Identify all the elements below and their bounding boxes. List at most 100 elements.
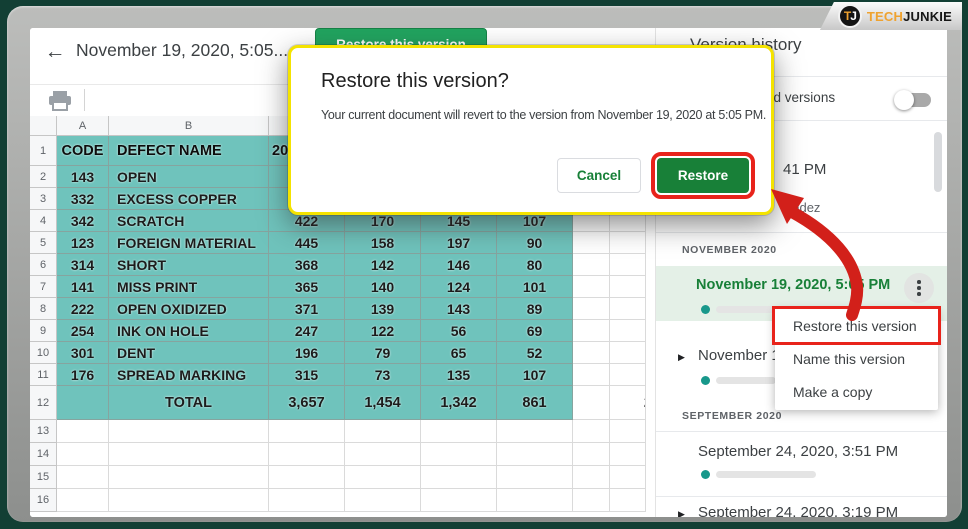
cell[interactable]	[269, 466, 345, 489]
print-icon[interactable]	[48, 90, 72, 112]
cell[interactable]: 1,454	[345, 386, 421, 420]
cell[interactable]: EXCESS COPPER	[109, 188, 269, 210]
cell[interactable]	[573, 489, 610, 512]
sidebar-scrollbar[interactable]	[934, 132, 942, 192]
cell[interactable]: MISS PRINT	[109, 276, 269, 298]
cell[interactable]: 301	[57, 342, 109, 364]
cell[interactable]	[610, 364, 646, 386]
cell[interactable]: 89	[497, 298, 573, 320]
cell[interactable]: 107	[497, 364, 573, 386]
version-item-sept-351[interactable]: September 24, 2020, 3:51 PM	[698, 443, 898, 460]
cell[interactable]	[610, 443, 646, 466]
cell[interactable]	[573, 342, 610, 364]
selected-version-date[interactable]: November 19, 2020, 5:05 PM	[696, 277, 890, 293]
cell[interactable]	[269, 489, 345, 512]
row-header[interactable]: 9	[30, 320, 57, 342]
cell[interactable]: 365	[269, 276, 345, 298]
cell[interactable]: 332	[57, 188, 109, 210]
occluded-version-time[interactable]: 41 PM	[783, 161, 826, 178]
named-versions-toggle[interactable]	[897, 93, 931, 107]
cell[interactable]: 122	[345, 320, 421, 342]
cell[interactable]: 254	[57, 320, 109, 342]
cell[interactable]: 315	[269, 364, 345, 386]
cancel-button[interactable]: Cancel	[557, 158, 641, 193]
cell[interactable]	[57, 489, 109, 512]
cell[interactable]: TOTAL	[109, 386, 269, 420]
cell[interactable]: 139	[345, 298, 421, 320]
cell[interactable]: DEFECT NAME	[109, 136, 269, 166]
cell[interactable]	[109, 443, 269, 466]
cell[interactable]	[497, 489, 573, 512]
menu-item-name-this-version[interactable]: Name this version	[775, 342, 938, 375]
cell[interactable]	[497, 443, 573, 466]
cell[interactable]: 80	[497, 254, 573, 276]
cell[interactable]: 69	[497, 320, 573, 342]
cell[interactable]	[421, 466, 497, 489]
cell[interactable]	[610, 232, 646, 254]
cell[interactable]: 146	[421, 254, 497, 276]
cell[interactable]: 123	[57, 232, 109, 254]
cell[interactable]: 143	[57, 166, 109, 188]
cell[interactable]: SHORT	[109, 254, 269, 276]
cell[interactable]	[573, 364, 610, 386]
cell[interactable]: 143	[421, 298, 497, 320]
select-all-corner[interactable]	[30, 116, 57, 136]
back-arrow-icon[interactable]: ←	[40, 37, 70, 67]
cell[interactable]	[497, 466, 573, 489]
cell[interactable]	[610, 342, 646, 364]
row-header[interactable]: 2	[30, 166, 57, 188]
row-header[interactable]: 15	[30, 466, 57, 489]
cell[interactable]	[109, 466, 269, 489]
cell[interactable]: DENT	[109, 342, 269, 364]
cell[interactable]: 197	[421, 232, 497, 254]
cell[interactable]	[610, 420, 646, 443]
cell[interactable]	[573, 276, 610, 298]
cell[interactable]: 124	[421, 276, 497, 298]
cell[interactable]: 342	[57, 210, 109, 232]
version-item-sept-319[interactable]: September 24, 2020, 3:19 PM	[698, 504, 898, 517]
cell[interactable]	[269, 420, 345, 443]
cell[interactable]: 140	[345, 276, 421, 298]
cell[interactable]	[345, 420, 421, 443]
row-header[interactable]: 7	[30, 276, 57, 298]
cell[interactable]	[610, 254, 646, 276]
cell[interactable]: 135	[421, 364, 497, 386]
cell[interactable]	[610, 320, 646, 342]
restore-button[interactable]: Restore	[657, 158, 749, 193]
row-header[interactable]: 16	[30, 489, 57, 512]
cell[interactable]	[109, 489, 269, 512]
row-header[interactable]: 14	[30, 443, 57, 466]
cell[interactable]: 176	[57, 364, 109, 386]
expand-arrow-icon[interactable]: ▶	[678, 352, 685, 363]
cell[interactable]: 314	[57, 254, 109, 276]
cell[interactable]	[573, 232, 610, 254]
cell[interactable]: 861	[497, 386, 573, 420]
cell[interactable]: 445	[269, 232, 345, 254]
menu-item-restore-this-version[interactable]: Restore this version	[775, 309, 938, 342]
cell[interactable]: 222	[57, 298, 109, 320]
cell[interactable]: 65	[421, 342, 497, 364]
cell[interactable]: 196	[269, 342, 345, 364]
cell[interactable]: 142	[345, 254, 421, 276]
cell[interactable]: 73	[345, 364, 421, 386]
cell[interactable]	[573, 298, 610, 320]
row-header[interactable]: 12	[30, 386, 57, 420]
row-header[interactable]: 8	[30, 298, 57, 320]
row-header[interactable]: 5	[30, 232, 57, 254]
cell[interactable]: 371	[269, 298, 345, 320]
kebab-menu-icon[interactable]	[904, 273, 934, 303]
cell[interactable]: 52	[497, 342, 573, 364]
cell[interactable]	[497, 420, 573, 443]
cell[interactable]: 1,342	[421, 386, 497, 420]
cell[interactable]	[573, 420, 610, 443]
row-header[interactable]: 4	[30, 210, 57, 232]
row-header[interactable]: 3	[30, 188, 57, 210]
row-header[interactable]: 13	[30, 420, 57, 443]
cell[interactable]	[345, 489, 421, 512]
cell[interactable]	[57, 443, 109, 466]
cell[interactable]	[573, 320, 610, 342]
cell[interactable]: 158	[345, 232, 421, 254]
cell[interactable]: 3,657	[269, 386, 345, 420]
expand-arrow-icon[interactable]: ▶	[678, 509, 685, 517]
cell[interactable]	[57, 420, 109, 443]
